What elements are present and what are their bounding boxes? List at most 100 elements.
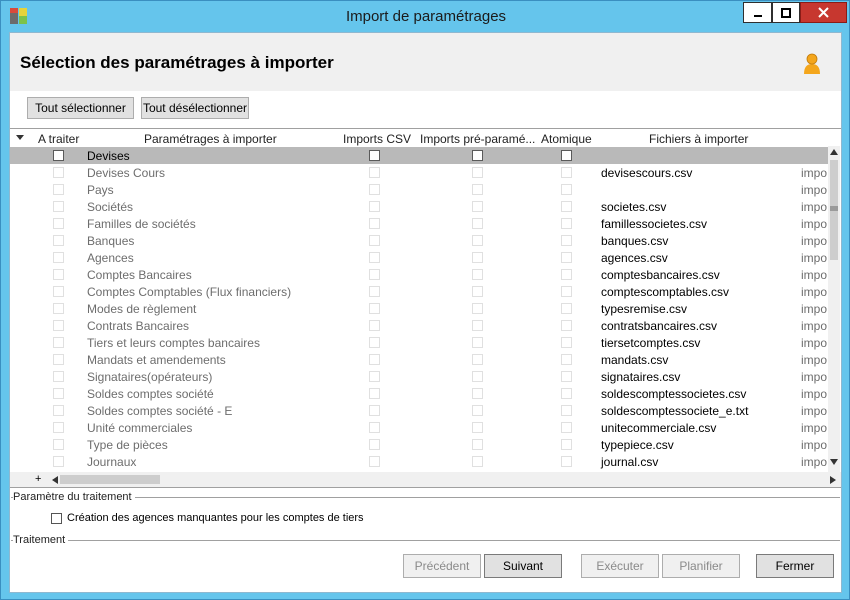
scroll-up-icon[interactable] [830, 149, 838, 155]
table-row[interactable]: Mandats et amendements mandats.csv impo [10, 351, 830, 368]
table-row[interactable]: Unité commerciales unitecommerciale.csv im… [10, 419, 830, 436]
imports-pre-checkbox[interactable] [472, 167, 483, 178]
imports-pre-checkbox[interactable] [472, 422, 483, 433]
atomique-checkbox[interactable] [561, 150, 572, 161]
imports-csv-checkbox[interactable] [369, 269, 380, 280]
imports-csv-checkbox[interactable] [369, 184, 380, 195]
previous-button[interactable]: Précédent [403, 554, 481, 578]
scroll-down-icon[interactable] [830, 459, 838, 465]
imports-csv-checkbox[interactable] [369, 456, 380, 467]
imports-csv-checkbox[interactable] [369, 405, 380, 416]
imports-csv-checkbox[interactable] [369, 354, 380, 365]
a-traiter-checkbox[interactable] [53, 439, 64, 450]
column-header-parametrages[interactable]: Paramétrages à importer [144, 132, 277, 146]
a-traiter-checkbox[interactable] [53, 269, 64, 280]
create-agencies-checkbox[interactable] [51, 513, 62, 524]
table-row[interactable]: Agences agences.csv impo [10, 249, 830, 266]
imports-csv-checkbox[interactable] [369, 337, 380, 348]
table-row[interactable]: Comptes Bancaires comptesbancaires.csv imp… [10, 266, 830, 283]
a-traiter-checkbox[interactable] [53, 405, 64, 416]
a-traiter-checkbox[interactable] [53, 337, 64, 348]
atomique-checkbox[interactable] [561, 201, 572, 212]
deselect-all-button[interactable]: Tout désélectionner [141, 97, 249, 119]
table-row[interactable]: Sociétés societes.csv impo [10, 198, 830, 215]
horizontal-scrollbar[interactable]: + [10, 472, 841, 487]
schedule-button[interactable]: Planifier [662, 554, 740, 578]
a-traiter-checkbox[interactable] [53, 320, 64, 331]
atomique-checkbox[interactable] [561, 252, 572, 263]
imports-csv-checkbox[interactable] [369, 286, 380, 297]
scroll-left-icon[interactable] [52, 476, 58, 484]
imports-pre-checkbox[interactable] [472, 320, 483, 331]
imports-pre-checkbox[interactable] [472, 371, 483, 382]
table-row[interactable]: Pays impo [10, 181, 830, 198]
a-traiter-checkbox[interactable] [53, 184, 64, 195]
imports-csv-checkbox[interactable] [369, 439, 380, 450]
atomique-checkbox[interactable] [561, 320, 572, 331]
a-traiter-checkbox[interactable] [53, 456, 64, 467]
atomique-checkbox[interactable] [561, 405, 572, 416]
imports-csv-checkbox[interactable] [369, 201, 380, 212]
column-header-a-traiter[interactable]: A traiter [38, 132, 79, 146]
imports-csv-checkbox[interactable] [369, 388, 380, 399]
imports-pre-checkbox[interactable] [472, 405, 483, 416]
table-row[interactable]: Type de pièces typepiece.csv impo [10, 436, 830, 453]
imports-pre-checkbox[interactable] [472, 286, 483, 297]
imports-pre-checkbox[interactable] [472, 269, 483, 280]
minimize-button[interactable] [743, 2, 772, 23]
a-traiter-checkbox[interactable] [53, 201, 64, 212]
table-row[interactable]: Tiers et leurs comptes bancaires tiersetc… [10, 334, 830, 351]
atomique-checkbox[interactable] [561, 439, 572, 450]
imports-pre-checkbox[interactable] [472, 439, 483, 450]
atomique-checkbox[interactable] [561, 269, 572, 280]
imports-pre-checkbox[interactable] [472, 252, 483, 263]
imports-csv-checkbox[interactable] [369, 150, 380, 161]
atomique-checkbox[interactable] [561, 371, 572, 382]
a-traiter-checkbox[interactable] [53, 167, 64, 178]
execute-button[interactable]: Exécuter [581, 554, 659, 578]
table-row[interactable]: Comptes Comptables (Flux financiers) comp… [10, 283, 830, 300]
expand-icon[interactable]: + [35, 473, 41, 485]
imports-pre-checkbox[interactable] [472, 303, 483, 314]
column-header-atomique[interactable]: Atomique [541, 132, 592, 146]
table-row[interactable]: Soldes comptes société - E soldescomptess… [10, 402, 830, 419]
atomique-checkbox[interactable] [561, 337, 572, 348]
atomique-checkbox[interactable] [561, 456, 572, 467]
a-traiter-checkbox[interactable] [53, 303, 64, 314]
imports-csv-checkbox[interactable] [369, 303, 380, 314]
table-row[interactable]: Familles de sociétés famillessocietes.csv… [10, 215, 830, 232]
a-traiter-checkbox[interactable] [53, 252, 64, 263]
table-row[interactable]: Devises Cours devisescours.csv impo [10, 164, 830, 181]
next-button[interactable]: Suivant [484, 554, 562, 578]
column-header-imports-pre-parametres[interactable]: Imports pré-paramé... [420, 132, 535, 146]
close-window-button[interactable] [800, 2, 847, 23]
imports-pre-checkbox[interactable] [472, 337, 483, 348]
imports-pre-checkbox[interactable] [472, 235, 483, 246]
column-header-fichiers[interactable]: Fichiers à importer [649, 132, 748, 146]
a-traiter-checkbox[interactable] [53, 422, 64, 433]
imports-csv-checkbox[interactable] [369, 235, 380, 246]
imports-pre-checkbox[interactable] [472, 150, 483, 161]
imports-csv-checkbox[interactable] [369, 252, 380, 263]
imports-pre-checkbox[interactable] [472, 354, 483, 365]
atomique-checkbox[interactable] [561, 218, 572, 229]
imports-pre-checkbox[interactable] [472, 388, 483, 399]
atomique-checkbox[interactable] [561, 422, 572, 433]
imports-csv-checkbox[interactable] [369, 371, 380, 382]
scroll-right-icon[interactable] [830, 476, 836, 484]
table-row[interactable]: Devises [10, 147, 830, 164]
imports-pre-checkbox[interactable] [472, 218, 483, 229]
a-traiter-checkbox[interactable] [53, 235, 64, 246]
imports-pre-checkbox[interactable] [472, 184, 483, 195]
atomique-checkbox[interactable] [561, 235, 572, 246]
table-row[interactable]: Journaux journal.csv impo [10, 453, 830, 470]
select-all-button[interactable]: Tout sélectionner [27, 97, 134, 119]
a-traiter-checkbox[interactable] [53, 150, 64, 161]
imports-pre-checkbox[interactable] [472, 201, 483, 212]
atomique-checkbox[interactable] [561, 286, 572, 297]
imports-csv-checkbox[interactable] [369, 167, 380, 178]
a-traiter-checkbox[interactable] [53, 354, 64, 365]
atomique-checkbox[interactable] [561, 388, 572, 399]
imports-csv-checkbox[interactable] [369, 422, 380, 433]
horizontal-scroll-thumb[interactable] [60, 475, 160, 484]
